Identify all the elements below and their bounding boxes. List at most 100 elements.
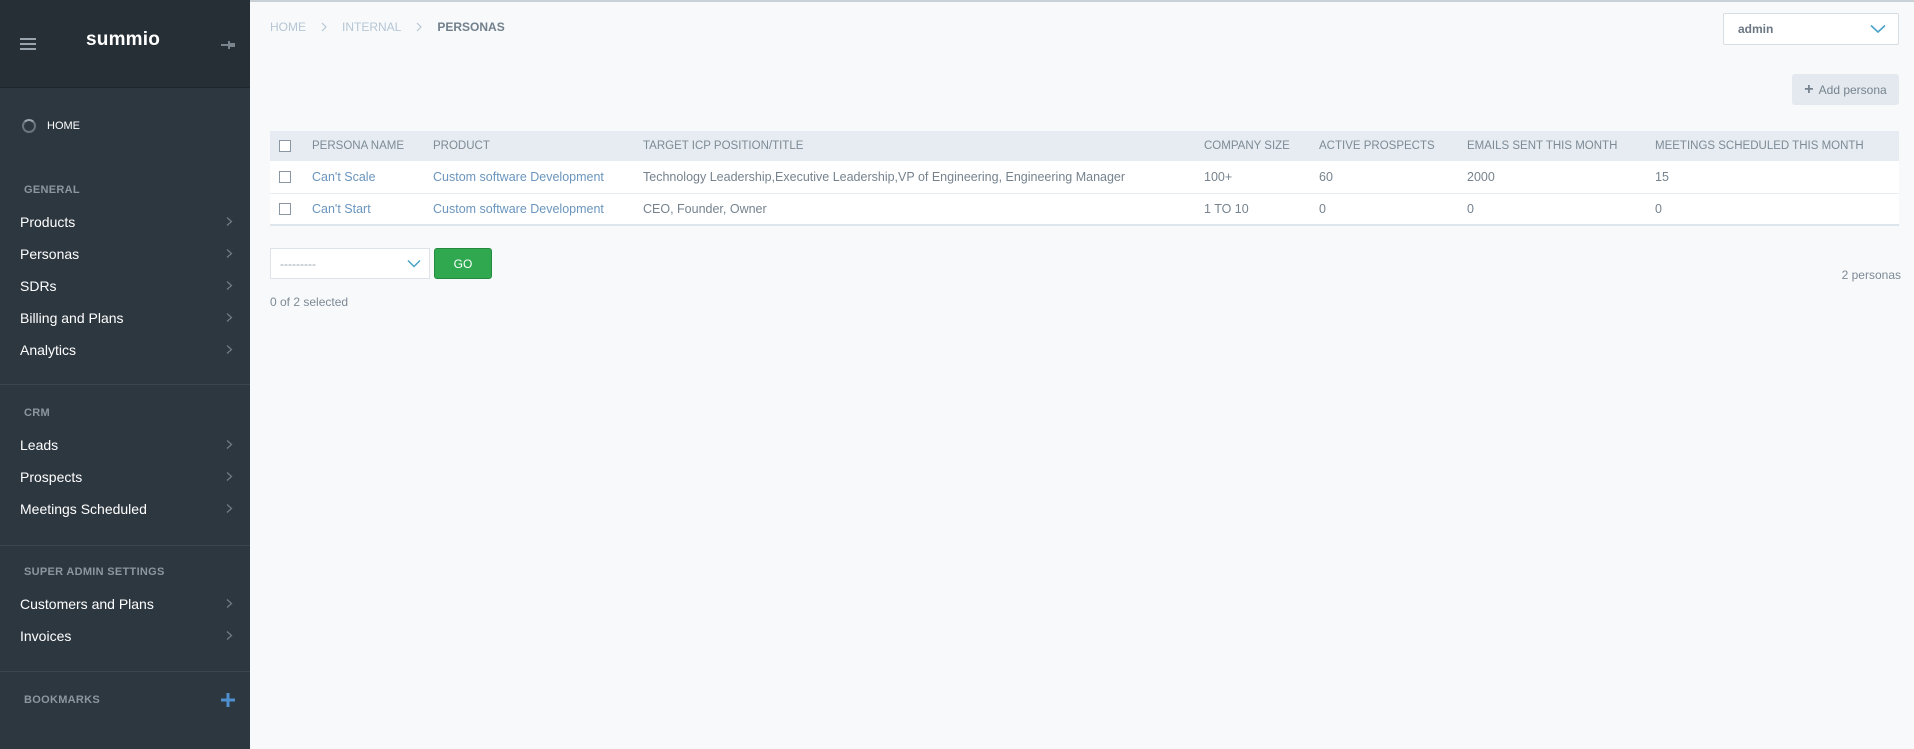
product-cell: Custom software Development — [433, 193, 643, 225]
sidebar-item-label: Customers and Plans — [20, 596, 154, 612]
chevron-right-icon — [226, 345, 233, 354]
meetings-scheduled-cell: 0 — [1655, 201, 1662, 216]
emails-sent-cell: 0 — [1467, 201, 1474, 216]
column-header-emails-sent[interactable]: EMAILS SENT THIS MONTH — [1467, 131, 1655, 161]
section-title-general: GENERAL — [24, 184, 80, 196]
column-header-active-prospects[interactable]: ACTIVE PROSPECTS — [1319, 131, 1467, 161]
sidebar-item-meetings[interactable]: Meetings Scheduled — [0, 493, 250, 525]
user-select-value: admin — [1738, 22, 1774, 36]
chevron-right-icon — [226, 249, 233, 258]
row-select-cell — [270, 161, 312, 193]
chevron-right-icon — [226, 281, 233, 290]
sidebar-item-billing[interactable]: Billing and Plans — [0, 302, 250, 334]
home-spinner-icon — [22, 119, 36, 133]
sidebar-item-products[interactable]: Products — [0, 206, 250, 238]
column-header-persona-name[interactable]: PERSONA NAME — [312, 131, 433, 161]
sidebar-header: summio — [0, 0, 250, 88]
sidebar-item-label: Personas — [20, 246, 80, 262]
row-checkbox[interactable] — [279, 171, 291, 184]
product-link[interactable]: Custom software Development — [433, 202, 604, 216]
persona-name-link[interactable]: Can't Scale — [312, 170, 376, 184]
row-select-cell — [270, 193, 312, 225]
company-size-cell: 100+ — [1204, 169, 1233, 184]
chevron-right-icon — [416, 22, 423, 32]
bulk-action-value: --------- — [280, 256, 316, 271]
sidebar-divider — [0, 671, 250, 672]
company-size-cell: 1 TO 10 — [1204, 201, 1249, 216]
sidebar-item-label: SDRs — [20, 278, 57, 294]
target-icp-cell: Technology Leadership,Executive Leadersh… — [643, 169, 1126, 184]
sidebar-item-label: Meetings Scheduled — [20, 501, 147, 517]
table-header-row: PERSONA NAME PRODUCT TARGET ICP POSITION… — [270, 131, 1899, 161]
meetings-scheduled-cell: 15 — [1655, 169, 1669, 184]
persona-name-cell: Can't Scale — [312, 161, 433, 193]
product-link[interactable]: Custom software Development — [433, 170, 604, 184]
chevron-right-icon — [226, 599, 233, 608]
sidebar-item-label: Analytics — [20, 342, 77, 358]
sidebar-item-home[interactable]: HOME — [22, 116, 80, 136]
select-all-checkbox[interactable] — [279, 139, 291, 152]
persona-name-link[interactable]: Can't Start — [312, 202, 371, 216]
sidebar-item-label: Leads — [20, 437, 59, 453]
active-prospects-cell: 0 — [1319, 201, 1326, 216]
go-button[interactable]: GO — [434, 248, 492, 279]
table-row: Can't Scale Custom software Development … — [270, 161, 1899, 193]
chevron-down-icon — [407, 259, 421, 268]
chevron-right-icon — [226, 631, 233, 640]
pin-icon[interactable] — [220, 39, 236, 51]
add-persona-label: Add persona — [1818, 82, 1887, 97]
sidebar-item-label: Billing and Plans — [20, 310, 124, 326]
chevron-right-icon — [226, 440, 233, 449]
sidebar-divider — [0, 384, 250, 385]
app-logo[interactable]: summio — [86, 29, 160, 51]
result-count: 2 personas — [1841, 268, 1901, 282]
emails-sent-cell: 2000 — [1467, 169, 1495, 184]
chevron-right-icon — [226, 217, 233, 226]
chevron-right-icon — [226, 504, 233, 513]
add-persona-button[interactable]: + Add persona — [1792, 74, 1899, 105]
selection-counter: 0 of 2 selected — [270, 295, 349, 309]
sidebar-item-sdrs[interactable]: SDRs — [0, 270, 250, 302]
sidebar-item-label: HOME — [47, 120, 80, 132]
sidebar-item-leads[interactable]: Leads — [0, 429, 250, 461]
chevron-right-icon — [226, 472, 233, 481]
top-border — [0, 0, 1914, 2]
user-select[interactable]: admin — [1723, 13, 1899, 45]
section-title-super-admin: SUPER ADMIN SETTINGS — [24, 566, 165, 578]
personas-table: PERSONA NAME PRODUCT TARGET ICP POSITION… — [270, 131, 1899, 226]
plus-icon: + — [1804, 80, 1814, 98]
sidebar-item-prospects[interactable]: Prospects — [0, 461, 250, 493]
hamburger-menu-icon[interactable] — [20, 38, 36, 50]
chevron-right-icon — [321, 22, 327, 32]
sidebar-item-label: Products — [20, 214, 76, 230]
chevron-down-icon — [1870, 24, 1886, 34]
column-header-meetings-scheduled[interactable]: MEETINGS SCHEDULED THIS MONTH — [1655, 131, 1899, 161]
sidebar: summio HOME GENERAL Products Personas SD… — [0, 0, 250, 749]
select-all-cell — [270, 131, 312, 161]
add-bookmark-icon[interactable] — [220, 692, 236, 708]
column-header-target-icp[interactable]: TARGET ICP POSITION/TITLE — [643, 131, 1204, 161]
sidebar-item-label: Invoices — [20, 628, 72, 644]
persona-name-cell: Can't Start — [312, 193, 433, 225]
bulk-action-select[interactable]: --------- — [270, 248, 430, 279]
sidebar-item-customers[interactable]: Customers and Plans — [0, 588, 250, 620]
sidebar-item-invoices[interactable]: Invoices — [0, 620, 250, 652]
section-title-bookmarks: BOOKMARKS — [24, 694, 101, 706]
sidebar-item-analytics[interactable]: Analytics — [0, 334, 250, 366]
breadcrumb-home[interactable]: HOME — [270, 20, 306, 34]
product-cell: Custom software Development — [433, 161, 643, 193]
section-title-crm: CRM — [24, 407, 50, 419]
sidebar-divider — [0, 545, 250, 546]
active-prospects-cell: 60 — [1319, 169, 1333, 184]
row-checkbox[interactable] — [279, 203, 291, 216]
column-header-company-size[interactable]: COMPANY SIZE — [1204, 131, 1319, 161]
target-icp-cell: CEO, Founder, Owner — [643, 201, 767, 216]
column-header-product[interactable]: PRODUCT — [433, 131, 643, 161]
chevron-right-icon — [226, 313, 233, 322]
table-row: Can't Start Custom software Development … — [270, 193, 1899, 225]
breadcrumb-current: PERSONAS — [437, 20, 505, 34]
breadcrumb-internal[interactable]: INTERNAL — [342, 20, 401, 34]
breadcrumb: HOME INTERNAL PERSONAS — [270, 20, 505, 34]
sidebar-item-personas[interactable]: Personas — [0, 238, 250, 270]
sidebar-item-label: Prospects — [20, 469, 83, 485]
